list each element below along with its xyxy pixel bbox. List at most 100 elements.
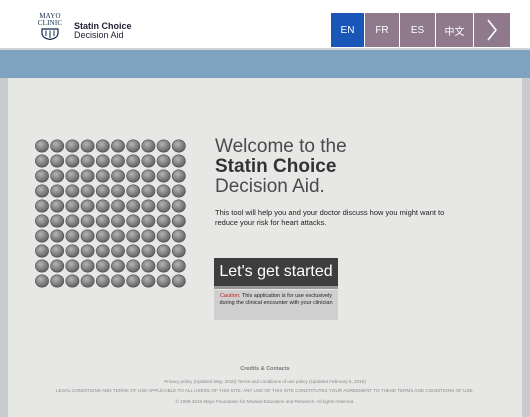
person-icon [111, 154, 125, 168]
person-icon [95, 259, 110, 273]
person-icon [156, 169, 171, 183]
person-icon [65, 244, 80, 258]
person-icon [35, 259, 49, 273]
person-icon [80, 229, 95, 243]
person-icon [35, 169, 49, 183]
person-icon [35, 154, 49, 168]
person-icon [111, 184, 125, 198]
person-icon [80, 214, 95, 228]
person-icon [65, 214, 80, 228]
next-arrow-button[interactable] [474, 13, 510, 47]
language-tab-es[interactable]: ES [400, 13, 435, 47]
person-icon [35, 274, 49, 288]
person-icon [65, 199, 80, 213]
welcome-line-3: Decision Aid. [215, 176, 325, 197]
header-band [0, 50, 530, 78]
person-icon [95, 244, 110, 258]
person-icon [65, 154, 80, 168]
language-tab-zh[interactable]: 中文 [436, 13, 473, 47]
person-icon [126, 184, 141, 198]
person-icon [126, 154, 141, 168]
person-icon [80, 154, 95, 168]
get-started-button[interactable]: Let's get started [214, 258, 338, 289]
legal-notice: LEGAL CONDITIONS AND TERMS OF USE APPLIC… [56, 388, 474, 393]
person-icon [65, 184, 80, 198]
person-icon [141, 154, 156, 168]
welcome-line-2: Statin Choice [215, 156, 337, 177]
person-icon [95, 274, 110, 288]
chevron-right-icon [487, 19, 498, 41]
person-icon [80, 199, 95, 213]
person-icon [65, 229, 80, 243]
person-icon [156, 244, 171, 258]
person-icon [126, 214, 141, 228]
person-icon [171, 169, 186, 183]
person-icon [126, 139, 141, 153]
person-icon [50, 229, 65, 243]
person-icon [50, 244, 65, 258]
person-icon [95, 169, 110, 183]
person-icon [126, 169, 141, 183]
person-icon [50, 139, 65, 153]
credits-link[interactable]: Credits & Contacts [0, 366, 530, 372]
person-icon [35, 229, 49, 243]
person-icon [111, 274, 125, 288]
person-icon [156, 274, 171, 288]
person-icon [35, 199, 49, 213]
person-icon [50, 199, 65, 213]
person-icon [35, 244, 49, 258]
person-icon [65, 139, 80, 153]
person-icon [50, 214, 65, 228]
person-icon [141, 199, 156, 213]
person-icon [80, 139, 95, 153]
person-icon [50, 259, 65, 273]
person-icon [80, 259, 95, 273]
app-title: Statin Choice Decision Aid [74, 22, 132, 40]
person-icon [95, 184, 110, 198]
language-tab-fr[interactable]: FR [365, 13, 399, 47]
language-tab-en[interactable]: EN [331, 13, 364, 47]
person-icon [156, 139, 171, 153]
person-icon [156, 199, 171, 213]
mayo-clinic-logo[interactable]: MAYO CLINIC [36, 13, 64, 41]
person-icon [35, 184, 49, 198]
person-icon [95, 154, 110, 168]
copyright-notice: © 1998-2015 Mayo Foundation for Medical … [175, 399, 355, 404]
person-icon [126, 259, 141, 273]
privacy-terms-links[interactable]: Privacy policy (Updated May, 2015) Terms… [0, 379, 530, 384]
person-icon [35, 214, 49, 228]
person-icon [141, 184, 156, 198]
person-icon [156, 154, 171, 168]
person-icon [111, 169, 125, 183]
top-bar: MAYO CLINIC Statin Choice Decision Aid E… [0, 0, 530, 50]
person-icon [80, 169, 95, 183]
person-icon [171, 274, 186, 288]
person-icon [171, 259, 186, 273]
person-icon [156, 214, 171, 228]
person-icon [141, 139, 156, 153]
logo-text-clinic: CLINIC [37, 19, 63, 27]
caution-box: Caution: This application is for use exc… [214, 290, 338, 320]
person-icon [65, 259, 80, 273]
person-icon [171, 229, 186, 243]
person-icon [50, 184, 65, 198]
person-icon [141, 274, 156, 288]
person-icon [171, 214, 186, 228]
caution-label: Caution: [219, 293, 241, 299]
person-icon [171, 184, 186, 198]
person-icon [156, 184, 171, 198]
person-icon [65, 274, 80, 288]
person-icon [171, 154, 186, 168]
person-icon [50, 154, 65, 168]
person-icon [126, 244, 141, 258]
person-icon-grid [35, 139, 186, 288]
person-icon [111, 139, 125, 153]
person-icon [111, 259, 125, 273]
person-icon [156, 229, 171, 243]
person-icon [171, 199, 186, 213]
person-icon [126, 274, 141, 288]
person-icon [95, 139, 110, 153]
person-icon [156, 259, 171, 273]
person-icon [50, 169, 65, 183]
person-icon [141, 169, 156, 183]
